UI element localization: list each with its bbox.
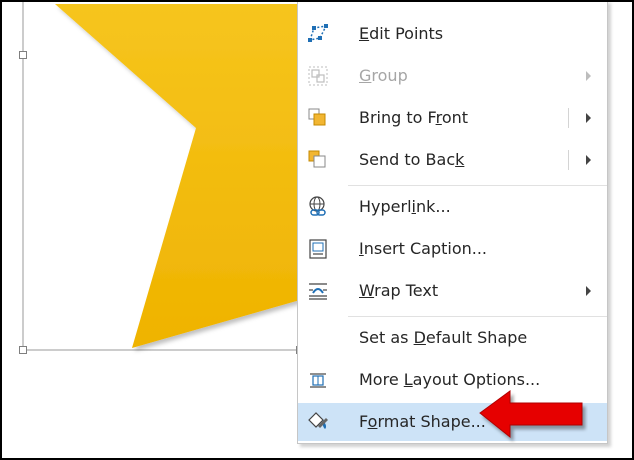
menu-item-send-to-back[interactable]: Send to Back [298,141,607,179]
insert-caption-icon [306,237,330,261]
resize-handle-bottom-left[interactable] [19,346,27,354]
send-to-back-icon [306,148,330,172]
layout-options-icon [306,368,330,392]
menu-separator [348,185,607,186]
star-shape[interactable] [55,4,300,348]
menu-item-label: Send to Back [359,150,465,169]
format-shape-icon [306,410,330,434]
menu-item-label: Insert Caption... [359,239,488,258]
menu-item-set-default-shape[interactable]: Set as Default Shape [298,319,607,357]
menu-item-bring-to-front[interactable]: Bring to Front [298,99,607,137]
menu-item-wrap-text[interactable]: Wrap Text [298,272,607,310]
menu-separator [348,316,607,317]
submenu-arrow-icon [586,286,591,296]
bring-to-front-icon [306,106,330,130]
split-divider [568,108,569,128]
menu-item-edit-points[interactable]: Edit Points [298,15,607,53]
menu-item-label: Hyperlink... [359,197,451,216]
menu-item-label: Set as Default Shape [359,328,528,347]
context-menu: Edit Points Group Bring to Front Send to… [297,0,608,444]
menu-item-group[interactable]: Group [298,57,607,95]
menu-item-label: Format Shape... [359,412,486,431]
submenu-arrow-icon[interactable] [586,155,591,165]
group-icon [306,64,330,88]
menu-item-insert-caption[interactable]: Insert Caption... [298,230,607,268]
menu-item-label: Edit Points [359,24,444,43]
edit-points-icon [306,22,330,46]
submenu-arrow-icon [586,71,591,81]
menu-item-label: Group [359,66,408,85]
menu-item-label: Wrap Text [359,281,439,300]
red-arrow-icon [479,390,583,439]
wrap-text-icon [306,279,330,303]
menu-item-label: Bring to Front [359,108,469,127]
resize-handle-left[interactable] [19,51,27,59]
menu-item-hyperlink[interactable]: Hyperlink... [298,188,607,226]
submenu-arrow-icon[interactable] [586,113,591,123]
split-divider [568,150,569,170]
hyperlink-icon [306,195,330,219]
